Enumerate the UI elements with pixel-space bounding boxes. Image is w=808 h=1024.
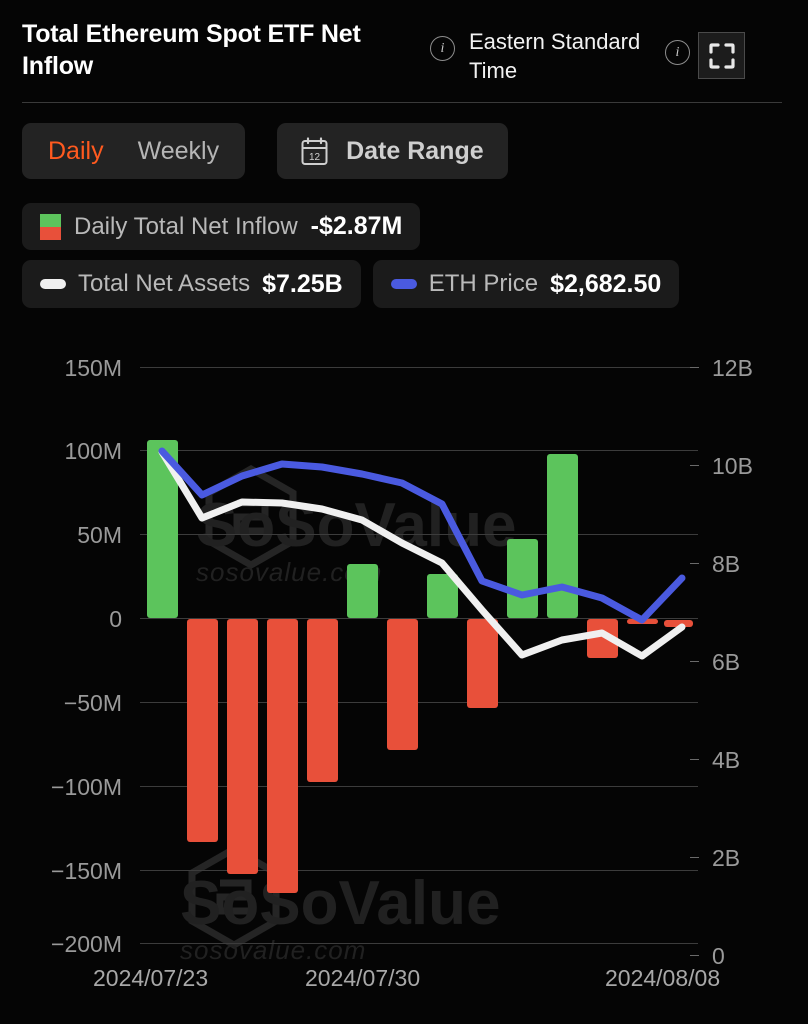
line-series-overlay	[0, 330, 808, 1024]
total-net-assets-line	[162, 452, 682, 656]
tab-daily[interactable]: Daily	[48, 137, 104, 166]
legend-label-eth-price: ETH Price	[429, 270, 538, 298]
eth-price-line	[162, 451, 682, 620]
page-title: Total Ethereum Spot ETF Net Inflow	[22, 18, 422, 82]
info-icon[interactable]: i	[430, 36, 455, 61]
chart-page: Total Ethereum Spot ETF Net Inflow i Eas…	[0, 0, 808, 1024]
timezone-label: Eastern Standard Time	[469, 28, 665, 85]
date-range-label: Date Range	[346, 137, 484, 166]
header: Total Ethereum Spot ETF Net Inflow i Eas…	[22, 18, 786, 85]
x-axis-tick: 2024/08/08	[605, 965, 720, 992]
header-divider	[22, 102, 782, 103]
legend-label-net-inflow: Daily Total Net Inflow	[74, 213, 298, 241]
calendar-icon: 12	[301, 137, 328, 166]
line-swatch-icon	[391, 279, 417, 289]
date-range-button[interactable]: 12 Date Range	[277, 123, 508, 179]
fullscreen-icon	[709, 43, 735, 69]
calendar-day-text: 12	[309, 152, 321, 163]
bar-swatch-icon	[40, 214, 61, 240]
legend-label-total-net-assets: Total Net Assets	[78, 270, 250, 298]
interval-toggle-group: Daily Weekly	[22, 123, 245, 179]
legend-row-secondary: Total Net Assets $7.25B ETH Price $2,682…	[22, 260, 679, 308]
legend-net-inflow[interactable]: Daily Total Net Inflow -$2.87M	[22, 203, 420, 250]
info-icon[interactable]: i	[665, 40, 690, 65]
chart-area[interactable]: SoSoValue sosovalue.com SoSoValue sosova…	[0, 330, 808, 1024]
x-axis-tick: 2024/07/23	[93, 965, 208, 992]
legend-eth-price[interactable]: ETH Price $2,682.50	[373, 260, 680, 308]
legend-value-total-net-assets: $7.25B	[262, 270, 343, 299]
legend-total-net-assets[interactable]: Total Net Assets $7.25B	[22, 260, 361, 308]
legend-value-net-inflow: -$2.87M	[311, 212, 403, 241]
legend-value-eth-price: $2,682.50	[550, 270, 661, 299]
controls-bar: Daily Weekly 12 Date Range	[22, 123, 508, 179]
x-axis-tick: 2024/07/30	[305, 965, 420, 992]
line-swatch-icon	[40, 279, 66, 289]
fullscreen-button[interactable]	[698, 32, 745, 79]
tab-weekly[interactable]: Weekly	[138, 137, 220, 166]
